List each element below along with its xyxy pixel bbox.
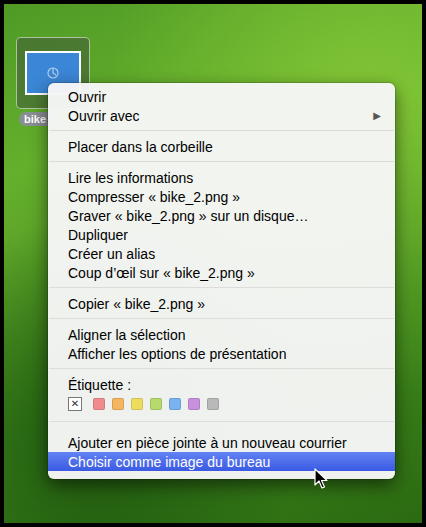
menu-item[interactable]: Créer un alias [48, 244, 395, 263]
submenu-arrow-icon: ▶ [373, 110, 381, 121]
label-swatch[interactable] [93, 398, 105, 410]
bike-icon [46, 66, 60, 80]
menu-item[interactable]: Lire les informations [48, 168, 395, 187]
label-swatch[interactable] [131, 398, 143, 410]
menu-item[interactable]: Ouvrir [48, 87, 395, 106]
label-swatch[interactable] [188, 398, 200, 410]
menu-separator [49, 161, 394, 162]
label-swatch[interactable] [169, 398, 181, 410]
label-swatches: ✕ [48, 394, 395, 411]
menu-separator [49, 318, 394, 319]
menu-item[interactable]: Dupliquer [48, 225, 395, 244]
menu-separator [49, 287, 394, 288]
desktop: bikeOuvrirOuvrir avec▶Placer dans la cor… [4, 4, 422, 523]
menu-item[interactable]: Aligner la sélection [48, 325, 395, 344]
menu-item[interactable]: Ouvrir avec▶ [48, 106, 395, 125]
menu-item[interactable]: Placer dans la corbeille [48, 137, 395, 156]
menu-separator [49, 421, 394, 422]
label-title: Étiquette : [48, 375, 395, 394]
label-swatch[interactable] [207, 398, 219, 410]
context-menu: OuvrirOuvrir avec▶ Placer dans la corbeil… [48, 83, 395, 479]
screenshot-frame: bikeOuvrirOuvrir avec▶Placer dans la cor… [0, 0, 426, 527]
label-swatch[interactable] [150, 398, 162, 410]
menu-item[interactable]: Afficher les options de présentation [48, 344, 395, 363]
menu-separator [49, 368, 394, 369]
clear-label-button[interactable]: ✕ [68, 397, 82, 411]
menu-separator [49, 130, 394, 131]
menu-item[interactable]: Coup d’œil sur « bike_2.png » [48, 263, 395, 282]
label-swatch[interactable] [112, 398, 124, 410]
menu-item[interactable]: Copier « bike_2.png » [48, 294, 395, 313]
menu-item[interactable]: Ajouter en pièce jointe à un nouveau cou… [48, 433, 395, 452]
menu-item[interactable]: Compresser « bike_2.png » [48, 187, 395, 206]
mouse-pointer-icon [314, 468, 328, 489]
menu-item[interactable]: Choisir comme image du bureau [48, 452, 395, 471]
menu-item[interactable]: Graver « bike_2.png » sur un disque… [48, 206, 395, 225]
